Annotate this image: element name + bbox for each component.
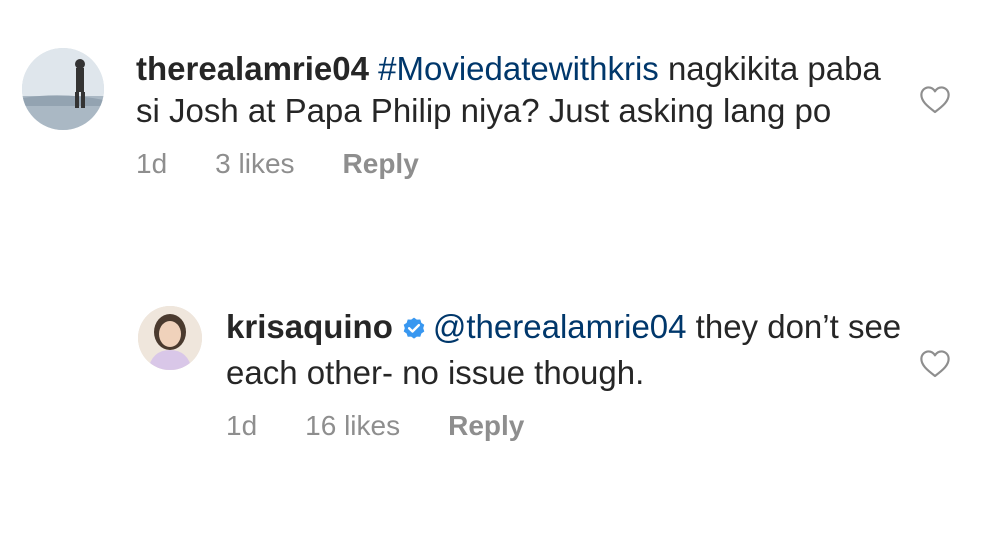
comment-thread: therealamrie04 #Moviedatewithkris nagkik…	[0, 0, 1000, 551]
mention-link[interactable]: @therealamrie04	[433, 308, 687, 345]
comment-meta: 1d 16 likes Reply	[226, 410, 982, 442]
likes-count[interactable]: 16 likes	[305, 410, 400, 442]
profile-photo-icon	[138, 306, 202, 370]
hashtag-link[interactable]: #Moviedatewithkris	[378, 50, 659, 87]
comment-body: krisaquino @therealamrie04 they don’t see…	[226, 306, 982, 442]
like-button[interactable]	[918, 348, 952, 383]
like-button[interactable]	[918, 84, 952, 119]
comment-meta: 1d 3 likes Reply	[136, 148, 982, 180]
heart-outline-icon	[920, 350, 950, 378]
comment: therealamrie04 #Moviedatewithkris nagkik…	[22, 48, 982, 180]
comment-body: therealamrie04 #Moviedatewithkris nagkik…	[136, 48, 982, 180]
username-link[interactable]: therealamrie04	[136, 50, 369, 87]
timestamp[interactable]: 1d	[226, 410, 257, 442]
reply-button[interactable]: Reply	[448, 410, 524, 442]
comment-text: krisaquino @therealamrie04 they don’t see…	[226, 306, 982, 394]
verified-badge-icon	[401, 310, 427, 352]
username-link[interactable]: krisaquino	[226, 308, 393, 345]
reply-comment: krisaquino @therealamrie04 they don’t see…	[138, 306, 982, 442]
avatar[interactable]	[22, 48, 104, 130]
likes-count[interactable]: 3 likes	[215, 148, 294, 180]
comment-text: therealamrie04 #Moviedatewithkris nagkik…	[136, 48, 982, 132]
heart-outline-icon	[920, 86, 950, 114]
reply-button[interactable]: Reply	[343, 148, 419, 180]
avatar[interactable]	[138, 306, 202, 370]
profile-photo-icon	[22, 48, 104, 130]
timestamp[interactable]: 1d	[136, 148, 167, 180]
